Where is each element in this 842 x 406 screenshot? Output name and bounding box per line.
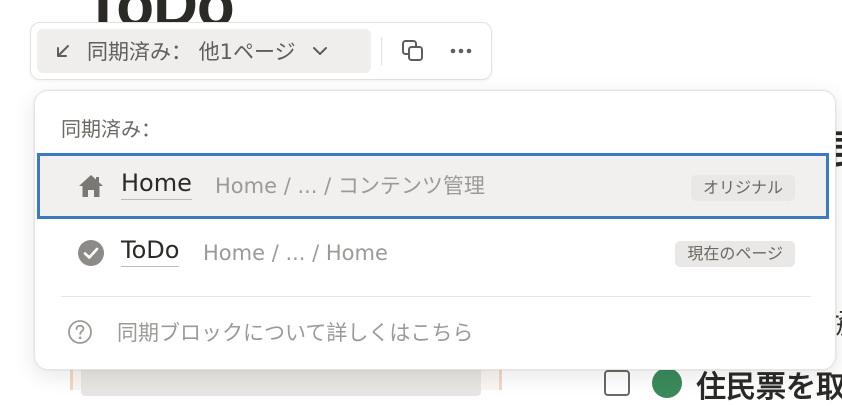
menu-divider xyxy=(61,296,811,297)
toolbar-divider xyxy=(381,37,382,65)
arrow-down-left-icon xyxy=(57,45,69,57)
original-badge: オリジナル xyxy=(690,175,795,201)
learn-more-synced-blocks-link[interactable]: 同期ブロックについて詳しくはこちら xyxy=(35,313,835,353)
menu-header: 同期済み： xyxy=(61,117,161,141)
help-link-text: 同期ブロックについて詳しくはこちら xyxy=(117,321,474,345)
synced-pages-dropdown-button[interactable]: 同期済み： 他1ページ xyxy=(37,29,371,73)
more-options-button[interactable] xyxy=(441,33,481,69)
menu-item-title: Home xyxy=(121,169,192,200)
synced-pages-menu: 同期済み： Home Home / ... / コンテンツ管理 オリジナル To… xyxy=(34,90,836,370)
menu-item-path: Home / ... / Home xyxy=(203,241,388,265)
current-page-badge: 現在のページ xyxy=(675,241,795,267)
copy-sync-button[interactable] xyxy=(393,33,433,69)
synced-block-toolbar: 同期済み： 他1ページ xyxy=(30,22,492,80)
menu-item-path: Home / ... / コンテンツ管理 xyxy=(215,174,485,198)
menu-item-home[interactable]: Home Home / ... / コンテンツ管理 オリジナル xyxy=(35,153,835,223)
background-block-inner xyxy=(81,366,481,396)
question-circle-icon xyxy=(68,320,92,344)
copy-icon xyxy=(402,40,423,61)
home-icon xyxy=(79,175,103,197)
menu-item-todo[interactable]: ToDo Home / ... / Home 現在のページ xyxy=(35,219,835,285)
todo-checkbox[interactable] xyxy=(604,370,630,396)
synced-pages-label: 同期済み： 他1ページ xyxy=(87,40,296,64)
more-horizontal-icon xyxy=(450,48,472,54)
status-circle-icon xyxy=(652,368,682,398)
chevron-down-icon xyxy=(312,47,327,55)
menu-item-title: ToDo xyxy=(121,236,180,267)
check-circle-icon xyxy=(78,240,104,266)
